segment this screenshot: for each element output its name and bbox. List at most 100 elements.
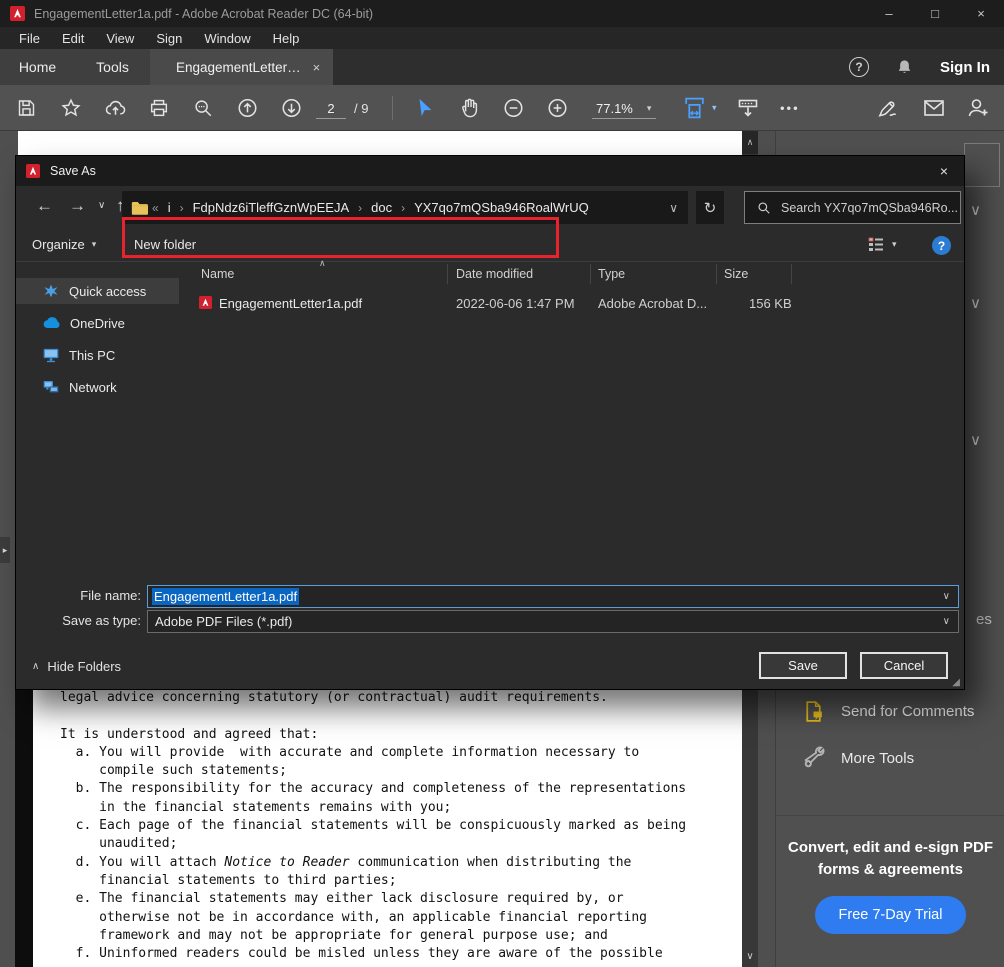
panel-chevron-icon[interactable]: ∨	[970, 431, 981, 449]
organize-button[interactable]: Organize ▾	[32, 237, 96, 252]
menu-edit[interactable]: Edit	[51, 31, 95, 46]
send-for-comments-item[interactable]: Send for Comments	[801, 699, 974, 724]
help-icon[interactable]: ?	[849, 57, 869, 77]
menu-window[interactable]: Window	[193, 31, 261, 46]
navigation-pane-handle[interactable]: ▸	[0, 537, 10, 563]
toolbar-divider	[392, 96, 393, 120]
sidebar-item-onedrive[interactable]: OneDrive	[16, 310, 179, 336]
email-icon[interactable]	[922, 96, 946, 120]
save-type-dropdown[interactable]: Adobe PDF Files (*.pdf) ∨	[147, 610, 959, 633]
dialog-title-bar: Save As ×	[16, 156, 964, 186]
notifications-bell-icon[interactable]	[895, 58, 914, 77]
file-name-input[interactable]: EngagementLetter1a.pdf ∨	[147, 585, 959, 608]
search-box[interactable]	[744, 191, 961, 224]
crumb-segment[interactable]: FdpNdz6iTleffGznWpEEJA	[193, 200, 350, 215]
save-button[interactable]: Save	[759, 652, 847, 679]
cloud-upload-icon[interactable]	[104, 96, 127, 119]
dialog-title: Save As	[50, 164, 96, 178]
print-icon[interactable]	[148, 97, 170, 119]
zoom-level-dropdown[interactable]: 77.1% ▾	[592, 98, 656, 119]
page-number-input[interactable]	[316, 98, 346, 119]
crumb-segment[interactable]: i	[168, 200, 171, 215]
crumb-segment[interactable]: YX7qo7mQSba946RoalWrUQ	[414, 200, 589, 215]
next-page-icon[interactable]	[280, 96, 303, 119]
dialog-help-icon[interactable]: ?	[932, 236, 951, 255]
address-breadcrumb[interactable]: « i › FdpNdz6iTleffGznWpEEJA › doc › YX7…	[122, 191, 688, 224]
crumb-segment[interactable]: doc	[371, 200, 392, 215]
sidebar-item-quick-access[interactable]: Quick access	[16, 278, 179, 304]
menu-sign[interactable]: Sign	[145, 31, 193, 46]
file-name-row: File name: EngagementLetter1a.pdf ∨	[16, 584, 964, 608]
column-date-modified[interactable]: Date modified	[456, 267, 533, 281]
acrobat-window: EngagementLetter1a.pdf - Adobe Acrobat R…	[0, 0, 1004, 967]
refresh-icon[interactable]: ↻	[696, 191, 724, 224]
file-list-header: Name ∧ Date modified Type Size	[179, 262, 966, 286]
fit-width-icon[interactable]	[682, 95, 707, 120]
zoom-in-icon[interactable]	[546, 96, 569, 119]
close-button[interactable]: ×	[958, 0, 1004, 27]
resize-grip[interactable]: ◢	[952, 677, 960, 688]
document-line: otherwise not be in accordance with, an …	[60, 909, 742, 927]
search-input[interactable]	[781, 201, 960, 215]
onedrive-cloud-icon	[43, 317, 60, 329]
free-trial-button[interactable]: Free 7-Day Trial	[815, 896, 966, 934]
panel-chevron-icon[interactable]: ∨	[970, 201, 981, 219]
save-type-dropdown-icon[interactable]: ∨	[943, 616, 950, 627]
tab-document[interactable]: EngagementLetter… ×	[150, 49, 333, 85]
crumb-overflow-icon[interactable]: «	[152, 201, 159, 215]
menu-view[interactable]: View	[95, 31, 145, 46]
acrobat-app-icon	[10, 6, 25, 21]
dialog-close-button[interactable]: ×	[924, 156, 964, 186]
tab-home[interactable]: Home	[0, 49, 75, 85]
minimize-button[interactable]: –	[866, 0, 912, 27]
address-dropdown-icon[interactable]: ∨	[669, 201, 678, 215]
view-options-button[interactable]: ▾	[868, 237, 897, 252]
recent-locations-icon[interactable]: ∨	[98, 200, 105, 211]
sidebar-item-network[interactable]: Network	[16, 374, 179, 400]
menu-help[interactable]: Help	[262, 31, 311, 46]
fit-width-caret-icon[interactable]: ▾	[712, 102, 717, 113]
maximize-button[interactable]: □	[912, 0, 958, 27]
star-icon[interactable]	[60, 97, 82, 119]
file-name-dropdown-icon[interactable]: ∨	[943, 591, 950, 602]
previous-page-icon[interactable]	[236, 96, 259, 119]
document-line: d. You will attach Notice to Reader comm…	[60, 854, 742, 872]
hide-folders-caret-icon: ∧	[32, 661, 39, 672]
save-as-dialog: Save As × ← → ∨ ↑ « i › FdpNdz6iTleffGzn…	[15, 155, 965, 690]
file-row[interactable]: EngagementLetter1a.pdf2022-06-06 1:47 PM…	[179, 292, 966, 316]
panel-chevron-icon[interactable]: ∨	[970, 294, 981, 312]
monitor-icon	[43, 348, 59, 363]
save-type-value: Adobe PDF Files (*.pdf)	[155, 614, 292, 629]
presentation-mode-icon[interactable]	[736, 96, 760, 120]
new-folder-button[interactable]: New folder	[134, 237, 196, 252]
network-icon	[43, 380, 59, 394]
folder-icon	[131, 201, 148, 215]
column-size[interactable]: Size	[724, 267, 748, 281]
forward-icon[interactable]: →	[69, 196, 86, 216]
menu-file[interactable]: File	[8, 31, 51, 46]
search-icon[interactable]	[192, 97, 214, 119]
select-tool-icon[interactable]	[414, 97, 436, 119]
sort-ascending-icon: ∧	[319, 258, 326, 269]
document-line: compile such statements;	[60, 762, 742, 780]
column-name[interactable]: Name	[201, 267, 234, 281]
scroll-down-icon[interactable]: ∨	[742, 947, 758, 965]
save-icon[interactable]	[16, 97, 37, 118]
back-icon[interactable]: ←	[36, 196, 53, 216]
panel-cutoff-text: es	[976, 611, 992, 628]
sign-in-button[interactable]: Sign In	[940, 59, 990, 76]
tab-close-icon[interactable]: ×	[313, 60, 321, 75]
hide-folders-button[interactable]: ∧ Hide Folders	[32, 659, 121, 674]
hand-tool-icon[interactable]	[458, 96, 481, 119]
add-account-icon[interactable]	[966, 96, 990, 120]
more-tools-item[interactable]: More Tools	[801, 746, 914, 771]
sign-pen-icon[interactable]	[876, 96, 899, 119]
column-type[interactable]: Type	[598, 267, 625, 281]
document-line: f. Uninformed readers could be misled un…	[60, 945, 742, 963]
cancel-button[interactable]: Cancel	[860, 652, 948, 679]
tab-tools[interactable]: Tools	[75, 49, 150, 85]
scroll-up-icon[interactable]: ∧	[742, 131, 758, 154]
more-options-icon[interactable]: •••	[780, 100, 800, 115]
zoom-out-icon[interactable]	[502, 96, 525, 119]
sidebar-item-this-pc[interactable]: This PC	[16, 342, 179, 368]
